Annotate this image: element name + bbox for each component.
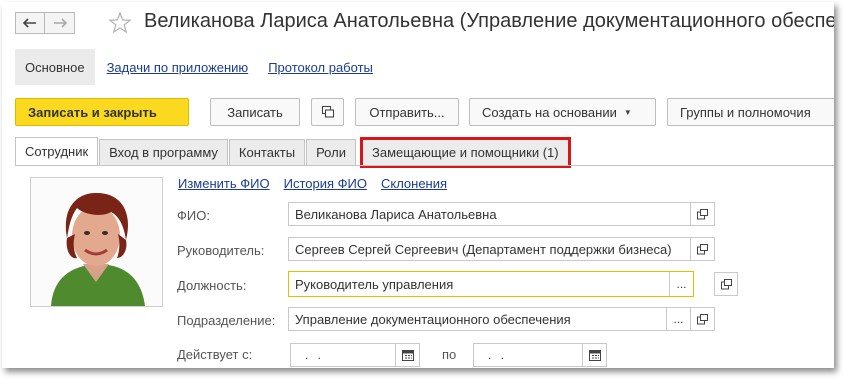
copy-button[interactable] [311,98,344,126]
ellipsis-icon: ... [676,277,687,291]
manager-label: Руководитель: [177,243,265,258]
ellipsis-icon: ... [673,312,684,326]
valid-from-calendar-button[interactable] [395,344,419,366]
manager-value: Сергеев Сергей Сергеевич (Департамент по… [295,241,672,257]
fio-field[interactable]: Великанова Лариса Анатольевна [288,202,715,226]
portrait-image [31,178,162,306]
tab-label: Вход в программу [109,145,218,160]
forward-button[interactable] [45,12,75,34]
manager-field[interactable]: Сергеев Сергей Сергеевич (Департамент по… [288,237,715,261]
position-value: Руководитель управления [295,276,454,292]
section-bar: Основное Задачи по приложению Протокол р… [15,49,381,85]
fio-open-button[interactable] [690,203,714,225]
back-button[interactable] [15,12,45,34]
command-bar: Записать и закрыть Записать Отправить...… [15,98,834,126]
history-nav [15,12,75,34]
tab-divider [15,165,834,166]
open-window-icon [697,313,708,324]
chevron-down-icon: ▼ [623,107,632,117]
position-open-button[interactable] [714,272,738,296]
valid-from-value: . . [305,348,325,362]
department-open-button[interactable] [690,308,714,330]
arrow-left-icon [23,18,36,28]
window-title: Великанова Лариса Анатольевна (Управлени… [144,10,834,32]
app-window: Великанова Лариса Анатольевна (Управлени… [2,2,834,368]
valid-to-value: . . [488,348,508,362]
open-window-icon [720,278,732,289]
tab-employee[interactable]: Сотрудник [15,137,99,166]
save-and-close-label: Записать и закрыть [28,104,157,120]
manager-open-button[interactable] [690,238,714,260]
copy-icon [321,105,334,118]
create-based-on-label: Создать на основании [482,104,617,120]
change-fio-link[interactable]: Изменить ФИО [178,176,270,191]
fio-links: Изменить ФИО История ФИО Склонения [178,176,447,191]
declensions-link[interactable]: Склонения [381,176,447,191]
fio-value: Великанова Лариса Анатольевна [295,206,497,222]
tab-label: Сотрудник [25,144,89,159]
tab-contacts[interactable]: Контакты [228,139,306,166]
tab-label: Роли [316,145,346,160]
groups-button[interactable]: Группы и полномочия [667,98,834,126]
calendar-icon [401,350,414,361]
valid-from-label: Действует с: [177,347,253,362]
department-value: Управление документационного обеспечения [295,311,571,327]
save-and-close-button[interactable]: Записать и закрыть [15,98,189,126]
section-main[interactable]: Основное [15,49,95,85]
valid-to-label: по [442,347,457,362]
tab-roles[interactable]: Роли [306,139,356,166]
section-link-log[interactable]: Протокол работы [268,60,373,75]
position-field[interactable]: Руководитель управления ... [288,271,694,297]
employee-photo[interactable] [30,177,163,307]
groups-label: Группы и полномочия [680,104,811,120]
open-window-icon [697,208,708,219]
save-button[interactable]: Записать [210,98,300,126]
valid-from-field[interactable]: . . [290,343,420,367]
create-based-on-button[interactable]: Создать на основании ▼ [469,98,656,126]
tab-label: Замещающие и помощники (1) [371,145,559,160]
department-field[interactable]: Управление документационного обеспечения… [288,307,715,331]
arrow-right-icon [53,18,67,28]
valid-to-field[interactable]: . . [473,343,607,367]
save-label: Записать [227,104,283,120]
department-label: Подразделение: [177,313,276,328]
tab-label: Контакты [238,145,296,160]
open-window-icon [697,243,708,254]
send-button[interactable]: Отправить... [355,98,459,126]
send-label: Отправить... [369,104,445,120]
section-link-tasks[interactable]: Задачи по приложению [107,60,249,75]
tab-substitutes[interactable]: Замещающие и помощники (1) [359,137,571,168]
tab-bar: Сотрудник Вход в программу Контакты Роли… [15,137,571,168]
position-select-button[interactable]: ... [669,272,693,296]
valid-to-calendar-button[interactable] [582,344,606,366]
favorite-star-icon[interactable] [108,11,132,35]
fio-label: ФИО: [177,208,210,223]
position-label: Должность: [177,278,247,293]
calendar-icon [588,350,601,361]
tab-login[interactable]: Вход в программу [99,139,228,166]
fio-history-link[interactable]: История ФИО [284,176,367,191]
department-select-button[interactable]: ... [666,308,690,330]
